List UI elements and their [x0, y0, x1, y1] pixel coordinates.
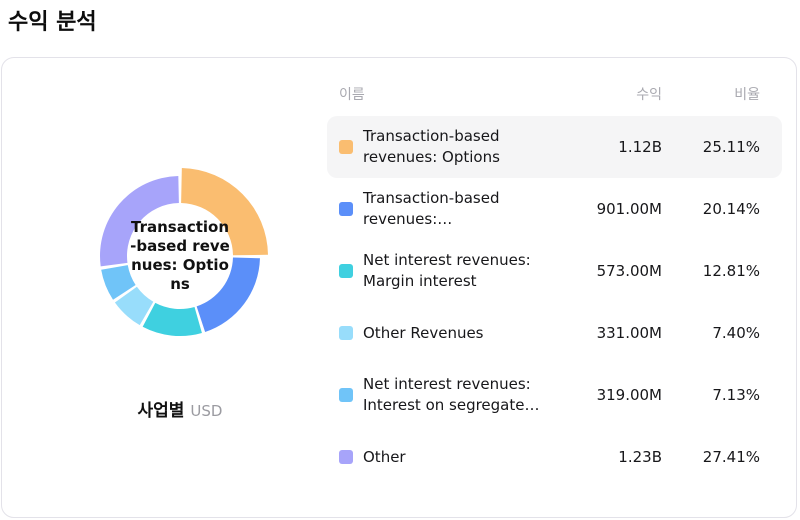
series-ratio: 7.40%	[712, 324, 760, 342]
series-value: 1.12B	[618, 138, 662, 156]
series-ratio: 7.13%	[712, 386, 760, 404]
column-header-ratio: 비율	[734, 87, 760, 103]
series-name-cell: Transaction-based revenues:…	[339, 188, 562, 230]
series-value: 319.00M	[596, 386, 662, 404]
series-color-swatch	[339, 264, 353, 278]
chart-group-label: 사업별	[137, 401, 185, 421]
series-value: 573.00M	[596, 262, 662, 280]
series-ratio: 25.11%	[702, 138, 760, 156]
series-name: Other	[363, 447, 406, 466]
page-title: 수익 분석	[8, 10, 97, 35]
series-ratio: 27.41%	[702, 448, 760, 466]
table-body: Transaction-based revenues: Options 1.12…	[327, 116, 782, 488]
series-value: 901.00M	[596, 200, 662, 218]
chart-unit-label: USD	[190, 402, 223, 420]
table-header-row: 이름 수익 비율	[327, 78, 782, 116]
donut-chart[interactable]: Transaction-based revenues: Options	[92, 168, 268, 344]
table-row[interactable]: Other Revenues 331.00M 7.40%	[327, 302, 782, 364]
series-ratio: 12.81%	[702, 262, 760, 280]
series-name: Transaction-based revenues:…	[363, 189, 500, 228]
series-name-cell: Transaction-based revenues: Options	[339, 126, 562, 168]
series-ratio: 20.14%	[702, 200, 760, 218]
column-header-value: 수익	[636, 87, 662, 103]
series-name: Transaction-based revenues: Options	[363, 127, 500, 166]
donut-center-label: Transaction-based revenues: Options	[130, 217, 230, 294]
series-color-swatch	[339, 388, 353, 402]
table-row[interactable]: Other 1.23B 27.41%	[327, 426, 782, 488]
series-name: Net interest revenues: Interest on segre…	[363, 375, 540, 414]
chart-column: Transaction-based revenues: Options 사업별 U…	[2, 58, 358, 517]
series-value: 1.23B	[618, 448, 662, 466]
chart-footer: 사업별 USD	[2, 396, 358, 421]
series-name-cell: Other	[339, 447, 562, 468]
donut-segment-2[interactable]	[142, 302, 202, 337]
table-row[interactable]: Net interest revenues: Margin interest 5…	[327, 240, 782, 302]
series-name-cell: Net interest revenues: Interest on segre…	[339, 374, 562, 416]
series-name-cell: Other Revenues	[339, 323, 562, 344]
series-color-swatch	[339, 326, 353, 340]
table-row[interactable]: Transaction-based revenues: Options 1.12…	[327, 116, 782, 178]
series-name: Net interest revenues: Margin interest	[363, 251, 531, 290]
series-color-swatch	[339, 450, 353, 464]
table-row[interactable]: Net interest revenues: Interest on segre…	[327, 364, 782, 426]
series-color-swatch	[339, 202, 353, 216]
series-name-cell: Net interest revenues: Margin interest	[339, 250, 562, 292]
revenue-analysis-card: Transaction-based revenues: Options 사업별 U…	[1, 57, 797, 518]
series-name: Other Revenues	[363, 323, 484, 342]
column-header-name: 이름	[339, 87, 365, 103]
series-color-swatch	[339, 140, 353, 154]
table-row[interactable]: Transaction-based revenues:… 901.00M 20.…	[327, 178, 782, 240]
legend-table: 이름 수익 비율 Transaction-based revenues: Opt…	[327, 78, 782, 488]
series-value: 331.00M	[596, 324, 662, 342]
